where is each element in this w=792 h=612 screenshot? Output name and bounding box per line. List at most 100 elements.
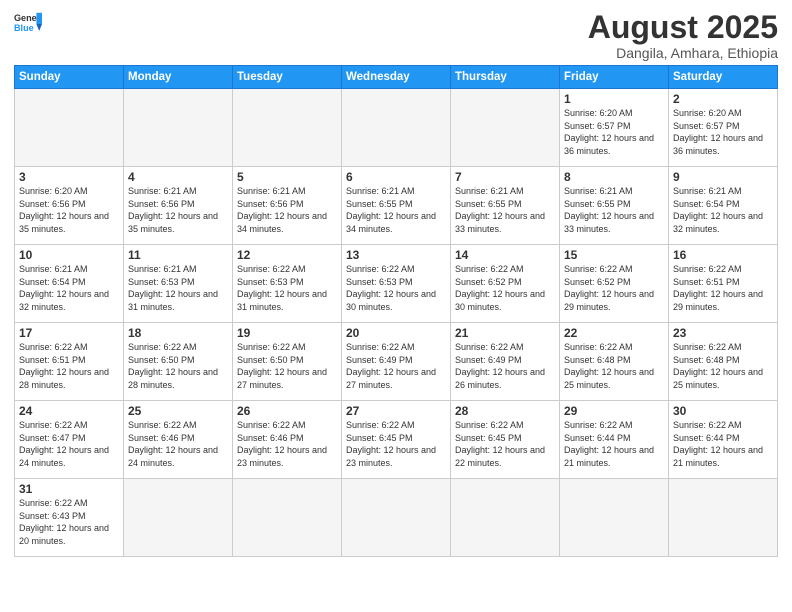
table-row: 31Sunrise: 6:22 AM Sunset: 6:43 PM Dayli… [15, 479, 124, 557]
day-info: Sunrise: 6:21 AM Sunset: 6:54 PM Dayligh… [19, 263, 119, 313]
day-info: Sunrise: 6:22 AM Sunset: 6:43 PM Dayligh… [19, 497, 119, 547]
table-row: 5Sunrise: 6:21 AM Sunset: 6:56 PM Daylig… [233, 167, 342, 245]
day-number: 10 [19, 248, 119, 262]
header-wednesday: Wednesday [342, 66, 451, 89]
day-number: 27 [346, 404, 446, 418]
day-number: 25 [128, 404, 228, 418]
day-number: 14 [455, 248, 555, 262]
day-number: 29 [564, 404, 664, 418]
day-number: 19 [237, 326, 337, 340]
table-row: 20Sunrise: 6:22 AM Sunset: 6:49 PM Dayli… [342, 323, 451, 401]
table-row: 18Sunrise: 6:22 AM Sunset: 6:50 PM Dayli… [124, 323, 233, 401]
table-row: 6Sunrise: 6:21 AM Sunset: 6:55 PM Daylig… [342, 167, 451, 245]
day-number: 3 [19, 170, 119, 184]
table-row [342, 89, 451, 167]
day-info: Sunrise: 6:20 AM Sunset: 6:57 PM Dayligh… [564, 107, 664, 157]
day-info: Sunrise: 6:22 AM Sunset: 6:51 PM Dayligh… [19, 341, 119, 391]
day-number: 15 [564, 248, 664, 262]
table-row: 24Sunrise: 6:22 AM Sunset: 6:47 PM Dayli… [15, 401, 124, 479]
table-row: 4Sunrise: 6:21 AM Sunset: 6:56 PM Daylig… [124, 167, 233, 245]
day-info: Sunrise: 6:22 AM Sunset: 6:52 PM Dayligh… [455, 263, 555, 313]
table-row: 2Sunrise: 6:20 AM Sunset: 6:57 PM Daylig… [669, 89, 778, 167]
day-number: 17 [19, 326, 119, 340]
day-number: 18 [128, 326, 228, 340]
table-row: 13Sunrise: 6:22 AM Sunset: 6:53 PM Dayli… [342, 245, 451, 323]
header-thursday: Thursday [451, 66, 560, 89]
logo: General Blue [14, 10, 42, 38]
day-info: Sunrise: 6:22 AM Sunset: 6:49 PM Dayligh… [346, 341, 446, 391]
day-number: 23 [673, 326, 773, 340]
table-row: 12Sunrise: 6:22 AM Sunset: 6:53 PM Dayli… [233, 245, 342, 323]
day-info: Sunrise: 6:22 AM Sunset: 6:49 PM Dayligh… [455, 341, 555, 391]
table-row [15, 89, 124, 167]
header-monday: Monday [124, 66, 233, 89]
day-info: Sunrise: 6:22 AM Sunset: 6:50 PM Dayligh… [237, 341, 337, 391]
day-number: 12 [237, 248, 337, 262]
day-number: 11 [128, 248, 228, 262]
day-number: 7 [455, 170, 555, 184]
weekday-header-row: Sunday Monday Tuesday Wednesday Thursday… [15, 66, 778, 89]
table-row [233, 89, 342, 167]
day-info: Sunrise: 6:21 AM Sunset: 6:55 PM Dayligh… [564, 185, 664, 235]
day-info: Sunrise: 6:22 AM Sunset: 6:46 PM Dayligh… [128, 419, 228, 469]
day-info: Sunrise: 6:22 AM Sunset: 6:45 PM Dayligh… [346, 419, 446, 469]
table-row [560, 479, 669, 557]
table-row: 15Sunrise: 6:22 AM Sunset: 6:52 PM Dayli… [560, 245, 669, 323]
header-friday: Friday [560, 66, 669, 89]
day-number: 20 [346, 326, 446, 340]
table-row: 30Sunrise: 6:22 AM Sunset: 6:44 PM Dayli… [669, 401, 778, 479]
day-number: 2 [673, 92, 773, 106]
day-info: Sunrise: 6:22 AM Sunset: 6:44 PM Dayligh… [564, 419, 664, 469]
day-info: Sunrise: 6:22 AM Sunset: 6:46 PM Dayligh… [237, 419, 337, 469]
day-info: Sunrise: 6:21 AM Sunset: 6:55 PM Dayligh… [455, 185, 555, 235]
table-row: 8Sunrise: 6:21 AM Sunset: 6:55 PM Daylig… [560, 167, 669, 245]
day-number: 5 [237, 170, 337, 184]
table-row: 28Sunrise: 6:22 AM Sunset: 6:45 PM Dayli… [451, 401, 560, 479]
day-number: 30 [673, 404, 773, 418]
day-number: 13 [346, 248, 446, 262]
day-number: 31 [19, 482, 119, 496]
day-info: Sunrise: 6:22 AM Sunset: 6:53 PM Dayligh… [237, 263, 337, 313]
table-row: 9Sunrise: 6:21 AM Sunset: 6:54 PM Daylig… [669, 167, 778, 245]
day-info: Sunrise: 6:20 AM Sunset: 6:57 PM Dayligh… [673, 107, 773, 157]
table-row: 25Sunrise: 6:22 AM Sunset: 6:46 PM Dayli… [124, 401, 233, 479]
table-row [233, 479, 342, 557]
table-row: 3Sunrise: 6:20 AM Sunset: 6:56 PM Daylig… [15, 167, 124, 245]
table-row [342, 479, 451, 557]
day-info: Sunrise: 6:22 AM Sunset: 6:44 PM Dayligh… [673, 419, 773, 469]
table-row [451, 479, 560, 557]
table-row: 22Sunrise: 6:22 AM Sunset: 6:48 PM Dayli… [560, 323, 669, 401]
day-info: Sunrise: 6:22 AM Sunset: 6:48 PM Dayligh… [673, 341, 773, 391]
day-number: 1 [564, 92, 664, 106]
day-info: Sunrise: 6:21 AM Sunset: 6:56 PM Dayligh… [128, 185, 228, 235]
header-sunday: Sunday [15, 66, 124, 89]
table-row [451, 89, 560, 167]
day-info: Sunrise: 6:21 AM Sunset: 6:53 PM Dayligh… [128, 263, 228, 313]
day-info: Sunrise: 6:22 AM Sunset: 6:53 PM Dayligh… [346, 263, 446, 313]
day-info: Sunrise: 6:22 AM Sunset: 6:51 PM Dayligh… [673, 263, 773, 313]
day-number: 24 [19, 404, 119, 418]
day-number: 6 [346, 170, 446, 184]
title-area: August 2025 Dangila, Amhara, Ethiopia [588, 10, 778, 61]
header-saturday: Saturday [669, 66, 778, 89]
day-info: Sunrise: 6:21 AM Sunset: 6:54 PM Dayligh… [673, 185, 773, 235]
month-title: August 2025 [588, 10, 778, 45]
day-number: 9 [673, 170, 773, 184]
day-info: Sunrise: 6:22 AM Sunset: 6:47 PM Dayligh… [19, 419, 119, 469]
svg-text:Blue: Blue [14, 23, 34, 33]
day-number: 26 [237, 404, 337, 418]
table-row: 17Sunrise: 6:22 AM Sunset: 6:51 PM Dayli… [15, 323, 124, 401]
header-tuesday: Tuesday [233, 66, 342, 89]
day-number: 21 [455, 326, 555, 340]
table-row: 11Sunrise: 6:21 AM Sunset: 6:53 PM Dayli… [124, 245, 233, 323]
day-info: Sunrise: 6:22 AM Sunset: 6:50 PM Dayligh… [128, 341, 228, 391]
table-row: 7Sunrise: 6:21 AM Sunset: 6:55 PM Daylig… [451, 167, 560, 245]
day-number: 4 [128, 170, 228, 184]
table-row [124, 479, 233, 557]
day-number: 28 [455, 404, 555, 418]
day-info: Sunrise: 6:22 AM Sunset: 6:48 PM Dayligh… [564, 341, 664, 391]
table-row: 14Sunrise: 6:22 AM Sunset: 6:52 PM Dayli… [451, 245, 560, 323]
day-info: Sunrise: 6:21 AM Sunset: 6:55 PM Dayligh… [346, 185, 446, 235]
day-number: 22 [564, 326, 664, 340]
table-row: 27Sunrise: 6:22 AM Sunset: 6:45 PM Dayli… [342, 401, 451, 479]
